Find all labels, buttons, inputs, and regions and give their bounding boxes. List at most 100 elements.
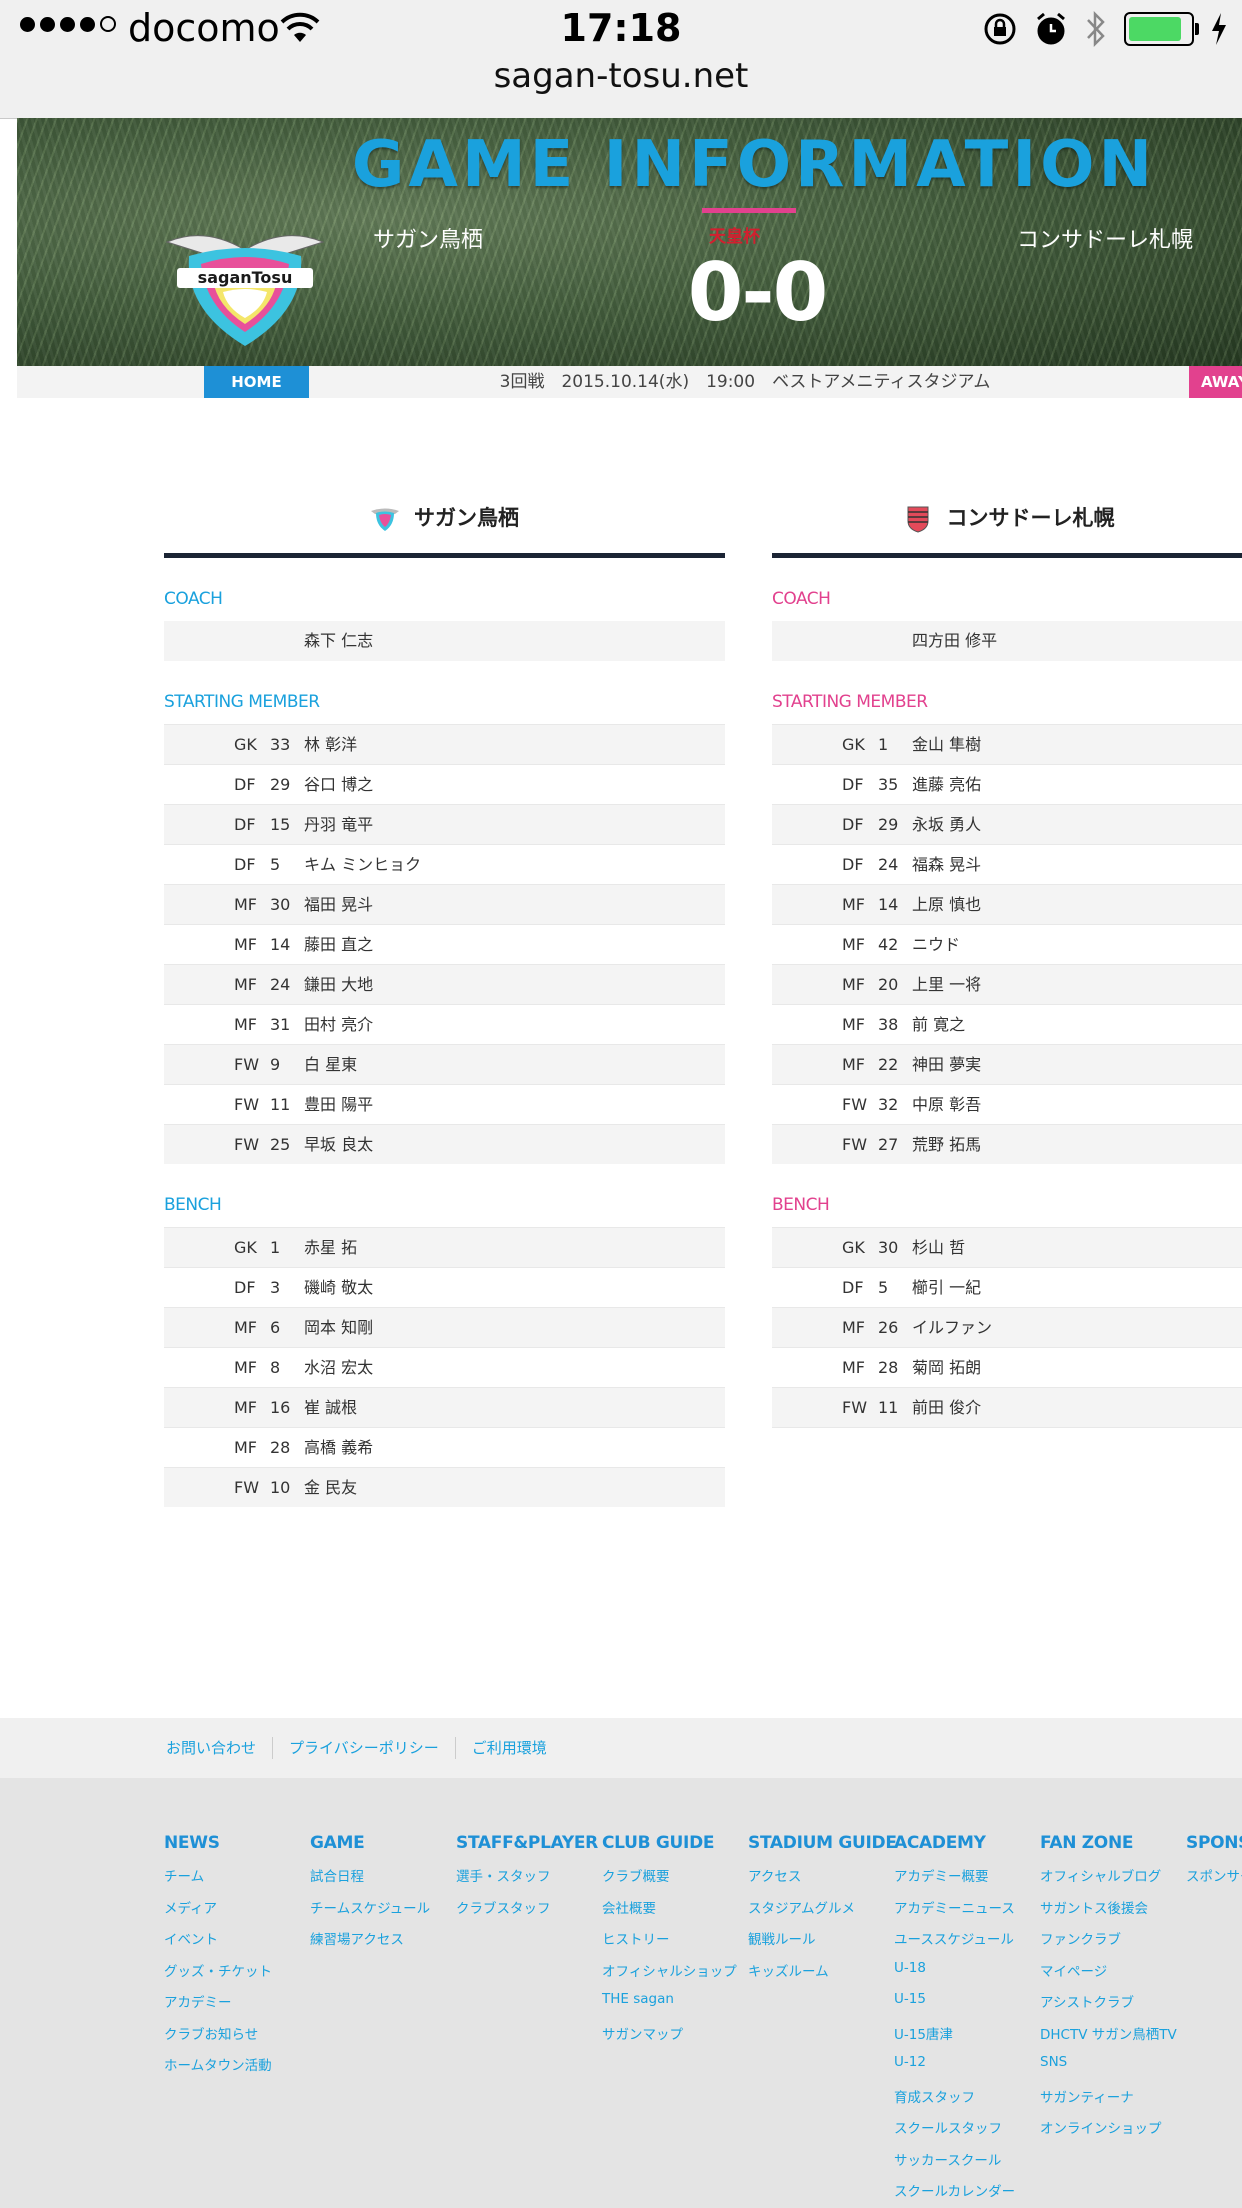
footer-link[interactable]: サガントス後援会 (1040, 1897, 1186, 1929)
status-bar: docomo 17:18 sagan-tosu.net (0, 0, 1242, 119)
footer-link[interactable]: アカデミー概要 (894, 1865, 1040, 1897)
player-number: 30 (270, 895, 291, 914)
home-lineup: サガン鳥栖 COACH 森下 仁志 STARTING MEMBER GK 33 林 … (164, 495, 725, 1507)
player-name: 神田 夢実 (912, 1055, 982, 1074)
footer-link[interactable]: ユーススケジュール (894, 1928, 1040, 1960)
player-number: 14 (878, 895, 899, 914)
footer-link[interactable]: サガンティーナ (1040, 2086, 1186, 2118)
footer-link[interactable]: 試合日程 (310, 1865, 456, 1897)
starting-member-list: GK 33 林 彰洋 DF 29 谷口 博之 DF 15 丹羽 竜平 DF 5 キム ミンヒョク MF 3… (164, 724, 725, 1164)
footer-link[interactable]: オフィシャルショップ (602, 1960, 748, 1992)
footer-link[interactable]: クラブスタッフ (456, 1897, 602, 1929)
footer-link[interactable]: 観戦ルール (748, 1928, 894, 1960)
footer-link[interactable]: クラブお知らせ (164, 2023, 310, 2055)
player-number: 24 (878, 855, 899, 874)
player-position: MF (234, 1438, 258, 1457)
player-position: MF (234, 1398, 258, 1417)
footer-link[interactable]: チーム (164, 1865, 310, 1897)
player-row: MF 14 上原 慎也 (772, 884, 1242, 924)
footer-link[interactable]: クラブ概要 (602, 1865, 748, 1897)
footer-link[interactable]: U-12 (894, 2054, 1040, 2086)
player-row: MF 28 菊岡 拓朗 (772, 1347, 1242, 1387)
footer-link-privacy[interactable]: プライバシーポリシー (272, 1737, 455, 1759)
footer-link[interactable]: アシストクラブ (1040, 1991, 1186, 2023)
footer-link-environment[interactable]: ご利用環境 (454, 1737, 563, 1759)
player-row: GK 30 杉山 哲 (772, 1227, 1242, 1267)
player-position: DF (842, 855, 864, 874)
player-name: 金山 隼樹 (912, 735, 982, 754)
footer-link[interactable]: オフィシャルブログ (1040, 1865, 1186, 1897)
bench-list: GK 1 赤星 拓 DF 3 磯崎 敬太 MF 6 岡本 知剛 MF 8 水沼 宏太 MF 16 崔 誠根 M… (164, 1227, 725, 1507)
player-position: FW (234, 1055, 260, 1074)
footer-column-heading[interactable]: NEWS (164, 1833, 310, 1853)
footer-column-heading[interactable]: ACADEMY (894, 1833, 1040, 1853)
player-row: MF 26 イルファン (772, 1307, 1242, 1347)
footer-link[interactable]: SNS (1040, 2054, 1186, 2086)
footer-link[interactable]: U-15唐津 (894, 2023, 1040, 2055)
player-row: DF 3 磯崎 敬太 (164, 1267, 725, 1307)
footer-link[interactable]: キッズルーム (748, 1960, 894, 1992)
coach-label: COACH (772, 589, 831, 609)
footer-link[interactable]: ヒストリー (602, 1928, 748, 1960)
player-position: GK (842, 735, 865, 754)
footer-link-contact[interactable]: お問い合わせ (164, 1737, 272, 1759)
footer-link[interactable]: サッカースクール (894, 2149, 1040, 2181)
footer-link[interactable]: オンラインショップ (1040, 2117, 1186, 2149)
player-position: FW (842, 1135, 868, 1154)
player-position: FW (234, 1478, 260, 1497)
footer-link[interactable]: チームスケジュール (310, 1897, 456, 1929)
footer-column-heading[interactable]: SPONSOR (1186, 1833, 1242, 1853)
player-row (772, 1427, 1242, 1467)
player-number: 42 (878, 935, 899, 954)
footer-link[interactable]: スクールカレンダー (894, 2180, 1040, 2208)
footer-link[interactable]: U-15 (894, 1991, 1040, 2023)
footer-link[interactable]: スポンサー (1186, 1865, 1242, 1897)
footer-link[interactable]: スタジアムグルメ (748, 1897, 894, 1929)
footer-column-heading[interactable]: STADIUM GUIDE (748, 1833, 897, 1853)
footer-column-heading[interactable]: FAN ZONE (1040, 1833, 1186, 1853)
footer-link[interactable]: THE sagan (602, 1991, 748, 2023)
player-row: MF 14 藤田 直之 (164, 924, 725, 964)
player-row: DF 29 永坂 勇人 (772, 804, 1242, 844)
home-team-header: サガン鳥栖 (164, 495, 725, 558)
footer-link[interactable]: U-18 (894, 1960, 1040, 1992)
player-row: FW 9 白 星東 (164, 1044, 725, 1084)
footer-link[interactable]: 育成スタッフ (894, 2086, 1040, 2118)
footer-column-heading[interactable]: STAFF&PLAYER (456, 1833, 602, 1853)
player-position: DF (234, 1278, 256, 1297)
footer-column-heading[interactable]: GAME (310, 1833, 456, 1853)
footer-column-heading[interactable]: CLUB GUIDE (602, 1833, 748, 1853)
footer-link[interactable]: DHCTV サガン鳥栖TV (1040, 2023, 1186, 2055)
player-row: MF 30 福田 晃斗 (164, 884, 725, 924)
player-row: GK 1 金山 隼樹 (772, 724, 1242, 764)
address-bar-url[interactable]: sagan-tosu.net (0, 56, 1242, 96)
footer-link[interactable]: サガンマップ (602, 2023, 748, 2055)
player-number: 8 (270, 1358, 281, 1377)
player-row: MF 16 崔 誠根 (164, 1387, 725, 1427)
footer-link[interactable]: アカデミー (164, 1991, 310, 2023)
footer-link[interactable]: 選手・スタッフ (456, 1865, 602, 1897)
player-number: 24 (270, 975, 291, 994)
footer-link[interactable]: メディア (164, 1897, 310, 1929)
footer-link[interactable]: マイページ (1040, 1960, 1186, 1992)
player-number: 29 (878, 815, 899, 834)
home-team-title: サガン鳥栖 (414, 506, 519, 530)
footer-link[interactable]: 練習場アクセス (310, 1928, 456, 1960)
player-name: 荒野 拓馬 (912, 1135, 982, 1154)
player-position: MF (234, 1318, 258, 1337)
player-row: MF 22 神田 夢実 (772, 1044, 1242, 1084)
player-position: FW (842, 1398, 868, 1417)
footer-link[interactable]: アクセス (748, 1865, 894, 1897)
footer-link[interactable]: アカデミーニュース (894, 1897, 1040, 1929)
footer-link[interactable]: ホームタウン活動 (164, 2054, 310, 2086)
footer-link[interactable]: グッズ・チケット (164, 1960, 310, 1992)
player-name: イルファン (912, 1318, 993, 1337)
player-number: 29 (270, 775, 291, 794)
player-position: FW (234, 1135, 260, 1154)
footer-link[interactable]: イベント (164, 1928, 310, 1960)
footer-link[interactable]: ファンクラブ (1040, 1928, 1186, 1960)
footer-utility-bar: お問い合わせ プライバシーポリシー ご利用環境 (0, 1718, 1242, 1778)
footer-link[interactable]: 会社概要 (602, 1897, 748, 1929)
footer-link[interactable]: スクールスタッフ (894, 2117, 1040, 2149)
starting-member-label: STARTING MEMBER (772, 692, 928, 712)
